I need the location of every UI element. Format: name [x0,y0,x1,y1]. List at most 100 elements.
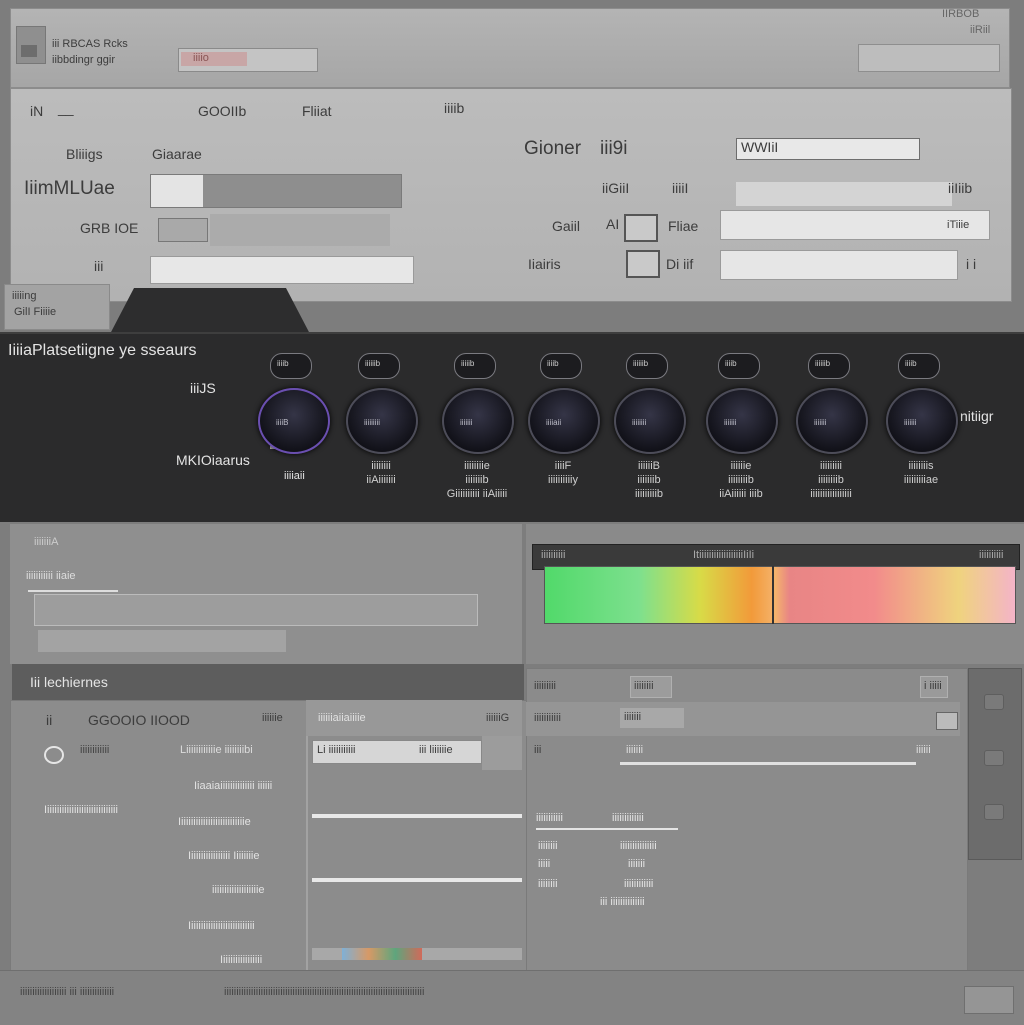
header-title-line1: iii RBCAS Rcks [52,38,128,50]
summary-r2-a: iiiii [538,858,551,870]
dial-knob-5[interactable]: iiiiiiii [614,388,686,454]
footer-bar [0,970,1024,1025]
table-row1-button[interactable] [482,736,522,770]
table-track-2[interactable] [312,878,522,882]
dial-label-1-8: iiiiiiiis [908,460,934,472]
dial-pill-label: iiiib [547,359,559,368]
dial-label-3-7: iiiiiiiiiiiiiiiii [810,488,852,500]
right-panel-row1-right[interactable]: i iiiii [920,676,948,698]
corner-tab-line2: GilI Fiiiie [14,306,57,318]
field2-input[interactable] [210,214,390,246]
dial-label-2-8: iiiiiiiiiae [903,474,939,486]
dial-pill-label: iiiiib [461,359,475,368]
side-rail-button-3[interactable] [984,804,1004,820]
right-panel-row2-icon[interactable] [936,712,958,730]
lower-left-input-1[interactable] [34,594,478,626]
right-panel-row1-right-text: i iiiii [924,680,942,692]
tab-gooiib[interactable]: GOOIIb [198,103,246,119]
dial-panel-left-sub: iiiiaii [284,470,305,482]
right-panel-row3-right: iiiiii [916,744,931,756]
dial-pill-5[interactable]: iiiiiib [626,353,668,379]
right-panel-row2-field[interactable]: iiiiiii [620,708,684,728]
table-track-1[interactable] [312,814,522,818]
dial-pill-8[interactable]: iiiib [898,353,940,379]
field1-label: IiimMLUae [24,178,115,199]
side-rail-button-2[interactable] [984,750,1004,766]
lower-left-underline [28,590,118,592]
dial-knob-4[interactable]: iiiiaii [528,388,600,454]
table-row-7: Iiiiiiiiiiiiiiiii [220,954,263,966]
summary-r4-b: iii iiiiiiiiiiiiii [600,896,645,908]
table-mini-chart-fill [342,948,422,960]
right-panel-row2 [526,702,960,736]
table-header-a: GGOOIO IIOOD [88,712,190,728]
dial-knob-2[interactable]: iiiiiiiii [346,388,418,454]
dial-knob-6[interactable]: iiiiiii [706,388,778,454]
table-header-icon: ii [46,712,53,728]
field1-input[interactable] [150,174,402,208]
dial-caption: iiiiiii [904,418,917,427]
lower-left-title: iiiiiiiA [34,536,59,548]
right-row3-input[interactable]: iTiiie [720,210,990,240]
dial-panel-left-number: iiiJS [190,380,216,396]
spectrum-marker[interactable] [772,566,774,624]
form-sub-label-a: Bliiigs [66,146,103,162]
table-row-2: Iiaaiaiiiiiiiiiiiiii iiiiii [194,780,273,792]
right-row2-slider[interactable] [736,182,952,206]
corner-tab-line1: iiiiing [12,290,37,302]
dial-knob-1[interactable]: iiiiB [258,388,330,454]
right-row3-mid: AI [606,216,620,232]
header-search-field-fill [181,52,247,66]
right-row4-label: Iiairis [528,256,561,272]
field2-toggle[interactable] [158,218,208,242]
right-panel-row1-field[interactable]: iiiiiiii [630,676,672,698]
dial-pill-7[interactable]: iiiiiib [808,353,850,379]
dial-pill-3[interactable]: iiiiib [454,353,496,379]
right-row4-input[interactable] [720,250,958,280]
summary-underline [536,828,678,830]
dial-pill-1[interactable]: iiiib [270,353,312,379]
tab-iiiib[interactable]: iiiib [444,100,464,116]
table-row1-a: iiiiiiiiiiii [80,744,110,756]
dial-label-2-2: iiAiiiiiii [366,474,396,486]
table-radio-button[interactable] [44,746,64,764]
dial-pill-2[interactable]: iiiiiib [358,353,400,379]
right-row3-checkbox[interactable] [624,214,658,242]
summary-r1-b: iiiiiiiiiiiiiii [620,840,657,852]
right-row4-checkbox[interactable] [626,250,660,278]
footer-action-button[interactable] [964,986,1014,1014]
lower-left-input-2[interactable] [38,630,286,652]
dial-pill-label: iiiib [277,359,289,368]
header-right-field[interactable] [858,44,1000,72]
right-panel-row2-label: iiiiiiiiiii [534,712,561,724]
dial-knob-8[interactable]: iiiiiii [886,388,958,454]
table-left-label: Iiiiiiiiiiiiiiiiiiiiiiiiiiiiii [44,804,118,816]
right-panel-row3-track[interactable] [620,762,916,765]
side-rail-button-1[interactable] [984,694,1004,710]
right-panel-row1-label: iiiiiiiii [534,680,556,692]
dial-pill-6[interactable]: iiiib [718,353,760,379]
field3-input[interactable] [150,256,414,284]
field3-label: iii [94,258,104,274]
table-row1-input[interactable]: Li iiiiiiiiiii iii liiiiiie [312,740,482,764]
spectrum-gradient[interactable] [544,566,1016,624]
tab-fliiat[interactable]: Fliiat [302,103,332,119]
dial-pill-4[interactable]: iiiib [540,353,582,379]
summary-head-b: iiiiiiiiiiiii [612,812,644,824]
dial-pill-label: iiiiiib [365,359,381,368]
table-mini-chart [312,948,522,960]
right-label-gioner: Gioner [524,138,582,159]
spectrum-header-right: iiiiiiiiii [979,549,1004,561]
dial-knob-3[interactable]: iiiiiii [442,388,514,454]
field2-label: GRB IOE [80,220,139,236]
table-row-3: Iiiiiiiiiiiiiiiiiiiiiiiiiiie [178,816,251,828]
right-row3-c: Fliae [668,218,699,234]
table-header-c: iiiiiiaiiaiiiie [318,712,366,724]
right-text-field[interactable]: WWIiI [736,138,920,160]
header-search-field[interactable]: iiiio [178,48,318,72]
dial-knob-7[interactable]: iiiiiii [796,388,868,454]
app-icon [16,26,46,64]
dial-pill-label: iiiiiib [815,359,831,368]
dial-pill-label: iiiib [725,359,737,368]
dial-label-1-2: iiiiiiii [371,460,391,472]
